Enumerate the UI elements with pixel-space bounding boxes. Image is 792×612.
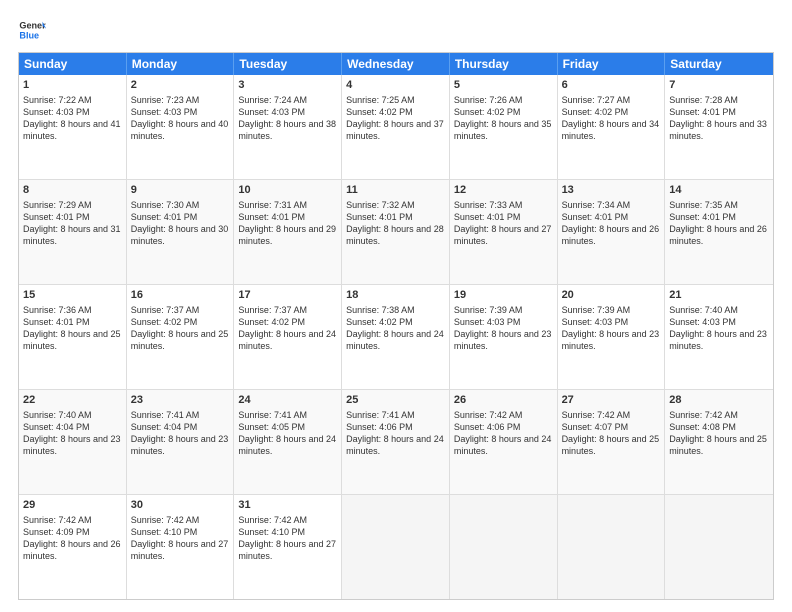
page: General Blue Sunday Monday Tuesday Wedne… [0, 0, 792, 612]
day-number: 29 [23, 498, 122, 513]
day-number: 15 [23, 288, 122, 303]
cal-cell-3-1: 23Sunrise: 7:41 AMSunset: 4:04 PMDayligh… [127, 390, 235, 494]
day-number: 8 [23, 183, 122, 198]
day-number: 14 [669, 183, 769, 198]
day-number: 13 [562, 183, 661, 198]
cal-cell-2-5: 20Sunrise: 7:39 AMSunset: 4:03 PMDayligh… [558, 285, 666, 389]
cal-cell-4-5 [558, 495, 666, 599]
cal-cell-1-6: 14Sunrise: 7:35 AMSunset: 4:01 PMDayligh… [665, 180, 773, 284]
cal-cell-0-3: 4Sunrise: 7:25 AMSunset: 4:02 PMDaylight… [342, 75, 450, 179]
week-row-1: 1Sunrise: 7:22 AMSunset: 4:03 PMDaylight… [19, 75, 773, 179]
cal-cell-3-6: 28Sunrise: 7:42 AMSunset: 4:08 PMDayligh… [665, 390, 773, 494]
cal-cell-4-1: 30Sunrise: 7:42 AMSunset: 4:10 PMDayligh… [127, 495, 235, 599]
cal-cell-4-6 [665, 495, 773, 599]
calendar-header: Sunday Monday Tuesday Wednesday Thursday… [19, 53, 773, 75]
cal-cell-2-2: 17Sunrise: 7:37 AMSunset: 4:02 PMDayligh… [234, 285, 342, 389]
header-friday: Friday [558, 53, 666, 75]
day-number: 9 [131, 183, 230, 198]
cal-cell-2-4: 19Sunrise: 7:39 AMSunset: 4:03 PMDayligh… [450, 285, 558, 389]
cal-cell-0-4: 5Sunrise: 7:26 AMSunset: 4:02 PMDaylight… [450, 75, 558, 179]
header-monday: Monday [127, 53, 235, 75]
day-number: 22 [23, 393, 122, 408]
day-number: 30 [131, 498, 230, 513]
header: General Blue [18, 16, 774, 44]
day-number: 28 [669, 393, 769, 408]
cal-cell-0-2: 3Sunrise: 7:24 AMSunset: 4:03 PMDaylight… [234, 75, 342, 179]
day-number: 5 [454, 78, 553, 93]
cal-cell-0-6: 7Sunrise: 7:28 AMSunset: 4:01 PMDaylight… [665, 75, 773, 179]
cal-cell-2-6: 21Sunrise: 7:40 AMSunset: 4:03 PMDayligh… [665, 285, 773, 389]
day-number: 12 [454, 183, 553, 198]
cal-cell-3-3: 25Sunrise: 7:41 AMSunset: 4:06 PMDayligh… [342, 390, 450, 494]
logo: General Blue [18, 16, 46, 44]
day-number: 11 [346, 183, 445, 198]
day-number: 6 [562, 78, 661, 93]
cal-cell-4-3 [342, 495, 450, 599]
cal-cell-1-0: 8Sunrise: 7:29 AMSunset: 4:01 PMDaylight… [19, 180, 127, 284]
week-row-3: 15Sunrise: 7:36 AMSunset: 4:01 PMDayligh… [19, 284, 773, 389]
week-row-2: 8Sunrise: 7:29 AMSunset: 4:01 PMDaylight… [19, 179, 773, 284]
week-row-5: 29Sunrise: 7:42 AMSunset: 4:09 PMDayligh… [19, 494, 773, 599]
cal-cell-2-1: 16Sunrise: 7:37 AMSunset: 4:02 PMDayligh… [127, 285, 235, 389]
cal-cell-2-3: 18Sunrise: 7:38 AMSunset: 4:02 PMDayligh… [342, 285, 450, 389]
day-number: 3 [238, 78, 337, 93]
logo-icon: General Blue [18, 16, 46, 44]
cal-cell-3-4: 26Sunrise: 7:42 AMSunset: 4:06 PMDayligh… [450, 390, 558, 494]
cal-cell-1-4: 12Sunrise: 7:33 AMSunset: 4:01 PMDayligh… [450, 180, 558, 284]
day-number: 26 [454, 393, 553, 408]
header-sunday: Sunday [19, 53, 127, 75]
calendar-body: 1Sunrise: 7:22 AMSunset: 4:03 PMDaylight… [19, 75, 773, 599]
cal-cell-0-0: 1Sunrise: 7:22 AMSunset: 4:03 PMDaylight… [19, 75, 127, 179]
day-number: 23 [131, 393, 230, 408]
day-number: 31 [238, 498, 337, 513]
cal-cell-4-4 [450, 495, 558, 599]
day-number: 20 [562, 288, 661, 303]
cal-cell-4-2: 31Sunrise: 7:42 AMSunset: 4:10 PMDayligh… [234, 495, 342, 599]
day-number: 25 [346, 393, 445, 408]
svg-text:Blue: Blue [19, 30, 39, 40]
day-number: 24 [238, 393, 337, 408]
day-number: 19 [454, 288, 553, 303]
cal-cell-1-1: 9Sunrise: 7:30 AMSunset: 4:01 PMDaylight… [127, 180, 235, 284]
header-tuesday: Tuesday [234, 53, 342, 75]
cal-cell-3-2: 24Sunrise: 7:41 AMSunset: 4:05 PMDayligh… [234, 390, 342, 494]
header-thursday: Thursday [450, 53, 558, 75]
day-number: 17 [238, 288, 337, 303]
cal-cell-1-3: 11Sunrise: 7:32 AMSunset: 4:01 PMDayligh… [342, 180, 450, 284]
day-number: 27 [562, 393, 661, 408]
day-number: 10 [238, 183, 337, 198]
cal-cell-1-5: 13Sunrise: 7:34 AMSunset: 4:01 PMDayligh… [558, 180, 666, 284]
day-number: 21 [669, 288, 769, 303]
cal-cell-0-1: 2Sunrise: 7:23 AMSunset: 4:03 PMDaylight… [127, 75, 235, 179]
cal-cell-1-2: 10Sunrise: 7:31 AMSunset: 4:01 PMDayligh… [234, 180, 342, 284]
cal-cell-3-0: 22Sunrise: 7:40 AMSunset: 4:04 PMDayligh… [19, 390, 127, 494]
cal-cell-3-5: 27Sunrise: 7:42 AMSunset: 4:07 PMDayligh… [558, 390, 666, 494]
calendar: Sunday Monday Tuesday Wednesday Thursday… [18, 52, 774, 600]
day-number: 2 [131, 78, 230, 93]
day-number: 1 [23, 78, 122, 93]
svg-text:General: General [19, 21, 46, 31]
header-wednesday: Wednesday [342, 53, 450, 75]
day-number: 4 [346, 78, 445, 93]
cal-cell-4-0: 29Sunrise: 7:42 AMSunset: 4:09 PMDayligh… [19, 495, 127, 599]
day-number: 16 [131, 288, 230, 303]
day-number: 7 [669, 78, 769, 93]
cal-cell-2-0: 15Sunrise: 7:36 AMSunset: 4:01 PMDayligh… [19, 285, 127, 389]
cal-cell-0-5: 6Sunrise: 7:27 AMSunset: 4:02 PMDaylight… [558, 75, 666, 179]
header-saturday: Saturday [665, 53, 773, 75]
week-row-4: 22Sunrise: 7:40 AMSunset: 4:04 PMDayligh… [19, 389, 773, 494]
day-number: 18 [346, 288, 445, 303]
